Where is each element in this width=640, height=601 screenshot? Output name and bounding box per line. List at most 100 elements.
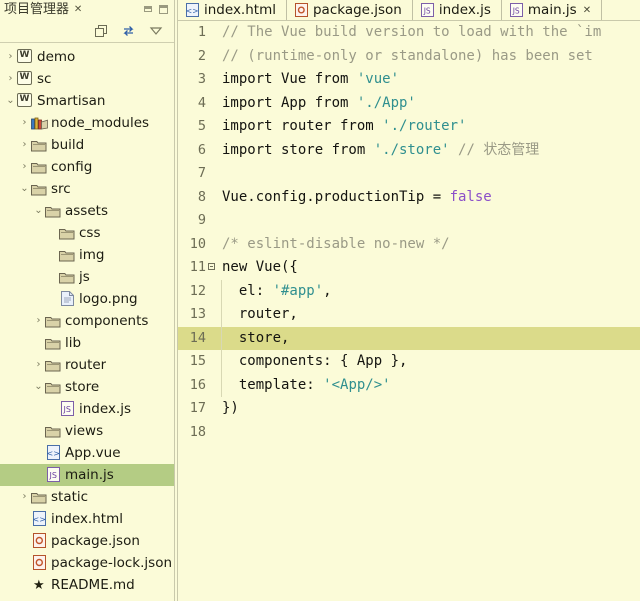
tree-item-node-modules[interactable]: › node_modules: [0, 112, 174, 134]
code-line[interactable]: 5 import router from './router': [178, 115, 640, 139]
tree-item-label: index.html: [51, 511, 123, 527]
code-line[interactable]: 8 Vue.config.productionTip = false: [178, 186, 640, 210]
tree-item-config[interactable]: › config: [0, 156, 174, 178]
indent-guide: [221, 279, 222, 397]
code-text: store,: [222, 329, 290, 346]
editor-tab-index-html[interactable]: <> index.html: [178, 0, 287, 20]
tree-item-components[interactable]: › components: [0, 310, 174, 332]
minimize-icon[interactable]: [143, 5, 154, 15]
html-icon: <>: [31, 511, 48, 527]
tree-item-label: store: [65, 379, 100, 395]
project-tree[interactable]: › Wdemo › Wsc ⌄ W Smartisan › node_modules › build…: [0, 43, 174, 601]
tree-item-lib[interactable]: · lib: [0, 332, 174, 354]
code-line[interactable]: 3 import Vue from 'vue': [178, 68, 640, 92]
tree-item-label: demo: [37, 49, 76, 65]
line-number: 18: [189, 423, 206, 440]
chevron-right-icon[interactable]: ›: [32, 354, 45, 376]
tree-item-store[interactable]: ⌄ store: [0, 376, 174, 398]
tree-item-readme-md[interactable]: ·★ README.md: [0, 574, 174, 596]
chevron-right-icon[interactable]: ›: [18, 134, 31, 156]
tree-item-assets[interactable]: ⌄ assets: [0, 200, 174, 222]
code-line[interactable]: 6 import store from './store' // 状态管理: [178, 139, 640, 163]
tree-item-label: build: [51, 137, 85, 153]
chevron-right-icon[interactable]: ›: [4, 46, 17, 68]
folder-icon: [45, 357, 62, 373]
tree-item-js[interactable]: · js: [0, 266, 174, 288]
tree-item-index-js[interactable]: ·JS index.js: [0, 398, 174, 420]
folder-icon: [45, 313, 62, 329]
line-number: 13: [189, 306, 206, 322]
tree-item-package-json[interactable]: · package.json: [0, 530, 174, 552]
editor-tab-main-js[interactable]: JS main.js ✕: [501, 0, 603, 20]
code-text: /* eslint-disable no-new */: [222, 235, 450, 252]
code-text: router,: [222, 306, 298, 322]
tree-item-smartisan[interactable]: ⌄ W Smartisan: [0, 90, 174, 112]
tree-item-router[interactable]: › router: [0, 354, 174, 376]
code-text: import App from './App': [222, 94, 416, 111]
tree-item-build[interactable]: › build: [0, 134, 174, 156]
code-line[interactable]: 2 // (runtime-only or standalone) has bee…: [178, 45, 640, 69]
chevron-down-icon[interactable]: ⌄: [32, 376, 45, 398]
chevron-down-icon[interactable]: ⌄: [32, 200, 45, 222]
tree-item-logo-png[interactable]: · logo.png: [0, 288, 174, 310]
code-line[interactable]: 12 el: '#app',: [178, 280, 640, 304]
chevron-down-icon[interactable]: ⌄: [4, 90, 17, 112]
code-line[interactable]: 9: [178, 209, 640, 233]
close-icon[interactable]: ✕: [73, 0, 83, 19]
code-line[interactable]: 4 import App from './App': [178, 92, 640, 116]
tree-item-css[interactable]: · css: [0, 222, 174, 244]
code-line[interactable]: 10 /* eslint-disable no-new */: [178, 233, 640, 257]
chevron-right-icon[interactable]: ›: [18, 112, 31, 134]
code-line[interactable]: 11 new Vue({: [178, 256, 640, 280]
tree-item-static[interactable]: › static: [0, 486, 174, 508]
code-line[interactable]: 1 // The Vue build version to load with t…: [178, 21, 640, 45]
maximize-icon[interactable]: [158, 4, 169, 15]
folder-icon: [45, 335, 62, 351]
tree-item-label: index.js: [79, 401, 132, 417]
chevron-right-icon[interactable]: ›: [32, 310, 45, 332]
tree-item-label: README.md: [51, 577, 135, 593]
code-line[interactable]: 13 router,: [178, 303, 640, 327]
chevron-down-icon[interactable]: ⌄: [18, 178, 31, 200]
code-line[interactable]: 16 template: '<App/>': [178, 374, 640, 398]
editor-tab-index-js[interactable]: JS index.js: [412, 0, 502, 20]
code-line[interactable]: 18: [178, 421, 640, 445]
chevron-right-icon[interactable]: ›: [4, 68, 17, 90]
tree-item-label: components: [65, 313, 149, 329]
chevron-right-icon[interactable]: ›: [18, 486, 31, 508]
tree-item-demo[interactable]: › Wdemo: [0, 46, 174, 68]
code-line[interactable]: 7: [178, 162, 640, 186]
line-number: 11: [189, 259, 206, 275]
code-editor[interactable]: 1 // The Vue build version to load with t…: [178, 21, 640, 601]
line-number: 2: [197, 47, 206, 64]
star-icon: ★: [33, 578, 45, 593]
view-menu-icon[interactable]: [148, 23, 164, 39]
tree-item-label: static: [51, 489, 89, 505]
folder-icon: [31, 137, 48, 153]
link-with-editor-icon[interactable]: [121, 23, 137, 39]
tree-item-index-html[interactable]: ·<> index.html: [0, 508, 174, 530]
twisty-spacer: ·: [46, 398, 59, 420]
tree-item-views[interactable]: · views: [0, 420, 174, 442]
code-line[interactable]: 17}): [178, 397, 640, 421]
tree-item-src[interactable]: ⌄ src: [0, 178, 174, 200]
tree-item-sc[interactable]: › Wsc: [0, 68, 174, 90]
tree-item-img[interactable]: · img: [0, 244, 174, 266]
tree-item-label: config: [51, 159, 93, 175]
code-line[interactable]: 15 components: { App },: [178, 350, 640, 374]
tree-item-main-js[interactable]: ·JS main.js: [0, 464, 174, 486]
tree-item-package-lock-json[interactable]: · package-lock.json: [0, 552, 174, 574]
code-line[interactable]: 14 store,: [178, 326, 640, 350]
project-explorer-tab[interactable]: 项目管理器 ✕: [0, 0, 87, 19]
project-explorer-toolbar: [0, 19, 174, 43]
tree-item-app-vue[interactable]: ·<> App.vue: [0, 442, 174, 464]
editor-tab-label: main.js: [527, 1, 577, 18]
js-icon: JS: [59, 401, 76, 417]
editor-tab-package-json[interactable]: package.json: [286, 0, 413, 20]
editor-panel: <> index.html package.json JS index.js JS main…: [178, 0, 640, 601]
folder-icon: [59, 269, 76, 285]
collapse-all-icon[interactable]: [94, 23, 110, 39]
panel-window-buttons: [143, 4, 174, 15]
chevron-right-icon[interactable]: ›: [18, 156, 31, 178]
close-icon[interactable]: ✕: [583, 0, 591, 20]
